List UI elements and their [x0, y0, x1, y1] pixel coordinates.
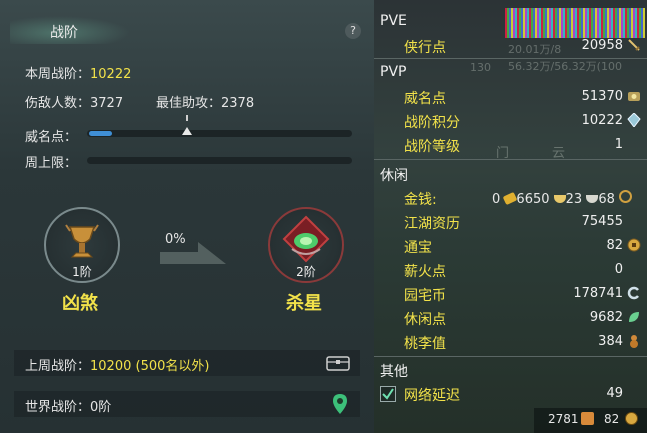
- pvp-value: 10222: [581, 113, 623, 128]
- coin-icon: [627, 238, 641, 252]
- section-leisure: 休闲: [380, 168, 408, 184]
- progress-arrow-icon: [160, 242, 226, 264]
- week-rank-value: 10222: [90, 67, 132, 82]
- next-rank-level: 2阶: [296, 265, 316, 279]
- week-rank-label: 本周战阶：: [25, 67, 91, 82]
- assist-row: 最佳助攻：2378: [156, 92, 254, 111]
- section-pvp: PVP: [380, 64, 407, 80]
- sword-icon: [628, 39, 640, 51]
- network-latency-label: 网络延迟: [404, 388, 460, 404]
- money-other: 68: [598, 192, 615, 207]
- chest-icon[interactable]: [326, 354, 350, 372]
- leisure-label: 通宝: [404, 240, 432, 256]
- leisure-label: 园宅币: [404, 288, 446, 304]
- kills-value: 3727: [90, 96, 124, 111]
- leisure-value: 9682: [589, 310, 623, 325]
- copper-coin-icon: [619, 190, 633, 203]
- week-rank-row: 本周战阶：10222: [25, 63, 131, 82]
- next-rank-name: 杀星: [286, 293, 322, 314]
- section-other: 其他: [380, 364, 408, 380]
- silver-ingot-icon: [553, 195, 566, 203]
- pve-value: 20958: [581, 38, 623, 53]
- leisure-value: 75455: [581, 214, 623, 229]
- money-silver: 6650: [516, 192, 550, 207]
- pvp-value: 51370: [581, 89, 623, 104]
- last-week-row: 上周战阶：10200 (500名以外): [25, 355, 209, 374]
- assist-value: 2378: [221, 96, 255, 111]
- leisure-label: 桃李值: [404, 336, 446, 352]
- rank-panel-titlebar: 战阶: [0, 14, 374, 48]
- next-rank-emblem[interactable]: 2阶: [268, 207, 344, 283]
- last-week-label: 上周战阶：: [25, 359, 91, 374]
- help-icon[interactable]: ?: [345, 23, 361, 39]
- leaf-icon: [629, 312, 639, 322]
- world-rank-row: 世界战阶：0阶: [25, 396, 111, 415]
- fame-label: 威名点：: [25, 130, 78, 145]
- money-row: 0 6650 23 68: [492, 190, 633, 207]
- map-pin-icon[interactable]: [332, 393, 348, 415]
- world-rank-value: 0阶: [90, 400, 112, 415]
- divider: [374, 356, 647, 357]
- pvp-label: 战阶等级: [404, 139, 460, 155]
- divider: [374, 58, 647, 59]
- leisure-value: 178741: [573, 286, 623, 301]
- leisure-value: 0: [614, 262, 623, 277]
- copper-ingot-icon: [586, 195, 599, 203]
- leisure-label: 江湖资历: [404, 216, 460, 232]
- leisure-label: 休闲点: [404, 312, 446, 328]
- week-cap-bar: [87, 157, 352, 164]
- pvp-value: 1: [614, 137, 623, 152]
- currency-panel: 20.01万/8 56.32万/56.32万(100 130 门 云 PVE 侠…: [374, 0, 647, 433]
- current-rank-name: 凶煞: [62, 293, 98, 314]
- background-text: 56.32万/56.32万(100: [508, 60, 622, 73]
- current-rank-emblem[interactable]: 1阶: [44, 207, 120, 283]
- rank-panel: 战阶 ? 本周战阶：10222 伤敌人数：3727 最佳助攻：2378 威名点：…: [0, 0, 374, 433]
- world-rank-label: 世界战阶：: [25, 400, 91, 415]
- section-pve: PVE: [380, 13, 407, 29]
- fame-icon: [628, 92, 640, 101]
- assist-label: 最佳助攻：: [156, 96, 222, 111]
- leisure-value: 384: [598, 334, 623, 349]
- kills-label: 伤敌人数：: [25, 96, 91, 111]
- background-text: 20.01万/8: [508, 43, 562, 56]
- fame-marker-icon: [182, 115, 192, 135]
- money-copper: 23: [565, 192, 583, 207]
- divider: [374, 159, 647, 160]
- fame-progress-fill: [89, 131, 112, 136]
- rank-crystal-icon: [627, 113, 641, 127]
- pvp-label: 威名点: [404, 91, 446, 107]
- money-gold: 0: [492, 192, 501, 207]
- current-rank-level: 1阶: [72, 265, 92, 279]
- house-coin-icon: [627, 286, 639, 300]
- last-week-value: 10200 (500名以外): [90, 359, 210, 374]
- pve-label: 侠行点: [404, 40, 446, 56]
- gourd-icon: [630, 335, 638, 348]
- footer-right-value: 82: [604, 412, 620, 426]
- boot-icon: [581, 412, 594, 425]
- leisure-label: 薪火点: [404, 264, 446, 280]
- checkmark-icon: [382, 388, 394, 400]
- fame-progress-bar: [87, 130, 352, 137]
- kills-row: 伤敌人数：3727: [25, 92, 123, 111]
- money-label: 金钱:: [404, 192, 437, 208]
- rank-panel-title: 战阶: [50, 25, 78, 41]
- background-text: 130: [470, 61, 491, 74]
- pvp-label: 战阶积分: [404, 115, 460, 131]
- network-latency-checkbox[interactable]: [380, 386, 396, 402]
- week-cap-label: 周上限：: [25, 156, 78, 171]
- footer-coin-icon: [625, 412, 638, 425]
- background-banner-decoration: [505, 8, 645, 38]
- leisure-value: 82: [606, 238, 623, 253]
- network-latency-value: 49: [606, 386, 623, 401]
- footer-left-value: 2781: [548, 412, 579, 426]
